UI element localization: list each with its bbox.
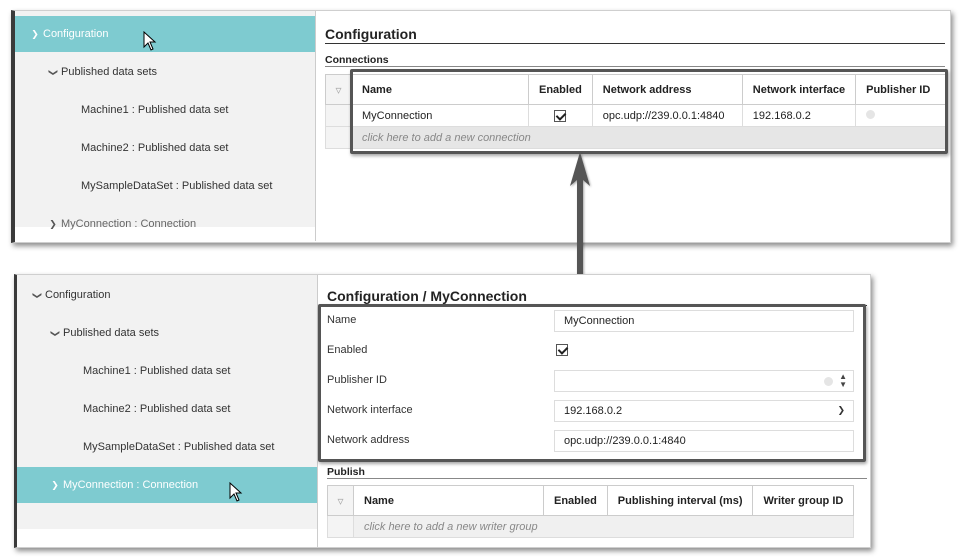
filter-icon: ▿ [337,493,344,508]
tree-item-machine2[interactable]: Machine2 : Published data set [15,130,315,166]
filter-icon: ▿ [335,82,342,97]
section-publish: Publish [327,466,365,478]
tree-item-machine1[interactable]: Machine1 : Published data set [15,92,315,128]
page-title: Configuration [325,26,417,42]
column-header[interactable]: Publishing interval (ms) [606,485,754,516]
tree-item-label: Configuration [43,28,109,40]
chevron-down-icon: ❯ [31,28,39,39]
add-writer-group-link[interactable]: click here to add a new writer group [364,521,538,533]
chevron-right-icon: ❯ [51,479,59,490]
tree-item-configuration[interactable]: ❯ Configuration [17,277,317,313]
tree-item-label: MyConnection : Connection [63,479,199,491]
tree-item-label: Machine2 : Published data set [81,142,229,154]
tree-item-published-data-sets[interactable]: ❯ Published data sets [17,315,317,351]
table-filter-header[interactable]: ▿ [325,74,352,105]
chevron-down-icon: ❯ [48,68,59,76]
tree-item-label: Configuration [45,289,111,301]
mouse-cursor-icon [229,482,243,502]
section-connections: Connections [325,54,389,66]
tree-item-myconnection[interactable]: ❯ MyConnection : Connection [17,467,317,503]
page-title: Configuration / MyConnection [327,288,527,304]
tree-item-myconnection[interactable]: ❯ MyConnection : Connection [15,206,315,242]
tree-item-label: MySampleDataSet : Published data set [83,441,275,453]
column-header[interactable]: Writer group ID [752,485,855,516]
tree-item-label: Published data sets [61,66,158,78]
column-header[interactable]: Name [353,485,544,516]
tree-item-published-data-sets[interactable]: ❯ Published data sets [15,54,315,90]
navigation-tree: ❯ Configuration ❯ Published data sets Ma… [17,275,317,529]
tree-item-mysampledataset[interactable]: MySampleDataSet : Published data set [17,429,317,465]
tree-item-machine1[interactable]: Machine1 : Published data set [17,353,317,389]
chevron-down-icon: ❯ [32,291,43,299]
mouse-cursor-icon [143,31,157,51]
highlight-frame [318,304,866,462]
tree-item-label: Machine2 : Published data set [83,403,231,415]
add-writer-group-row[interactable]: click here to add a new writer group [327,515,855,538]
highlight-frame [350,69,948,154]
tree-item-label: Published data sets [63,327,160,339]
tree-item-label: Machine1 : Published data set [83,365,231,377]
tree-item-label: MySampleDataSet : Published data set [81,180,273,192]
writer-groups-table: ▿ Name Enabled Publishing interval (ms) … [327,485,855,538]
table-filter-header[interactable]: ▿ [327,485,354,516]
column-header[interactable]: Enabled [543,485,608,516]
chevron-right-icon: ❯ [49,218,57,229]
tree-item-machine2[interactable]: Machine2 : Published data set [17,391,317,427]
chevron-down-icon: ❯ [50,329,61,337]
tree-item-label: MyConnection : Connection [61,218,197,230]
tree-item-label: Machine1 : Published data set [81,104,229,116]
tree-item-mysampledataset[interactable]: MySampleDataSet : Published data set [15,168,315,204]
navigation-tree: ❯ Configuration ❯ Published data sets Ma… [15,11,315,230]
tree-item-configuration[interactable]: ❯ Configuration [15,16,315,52]
